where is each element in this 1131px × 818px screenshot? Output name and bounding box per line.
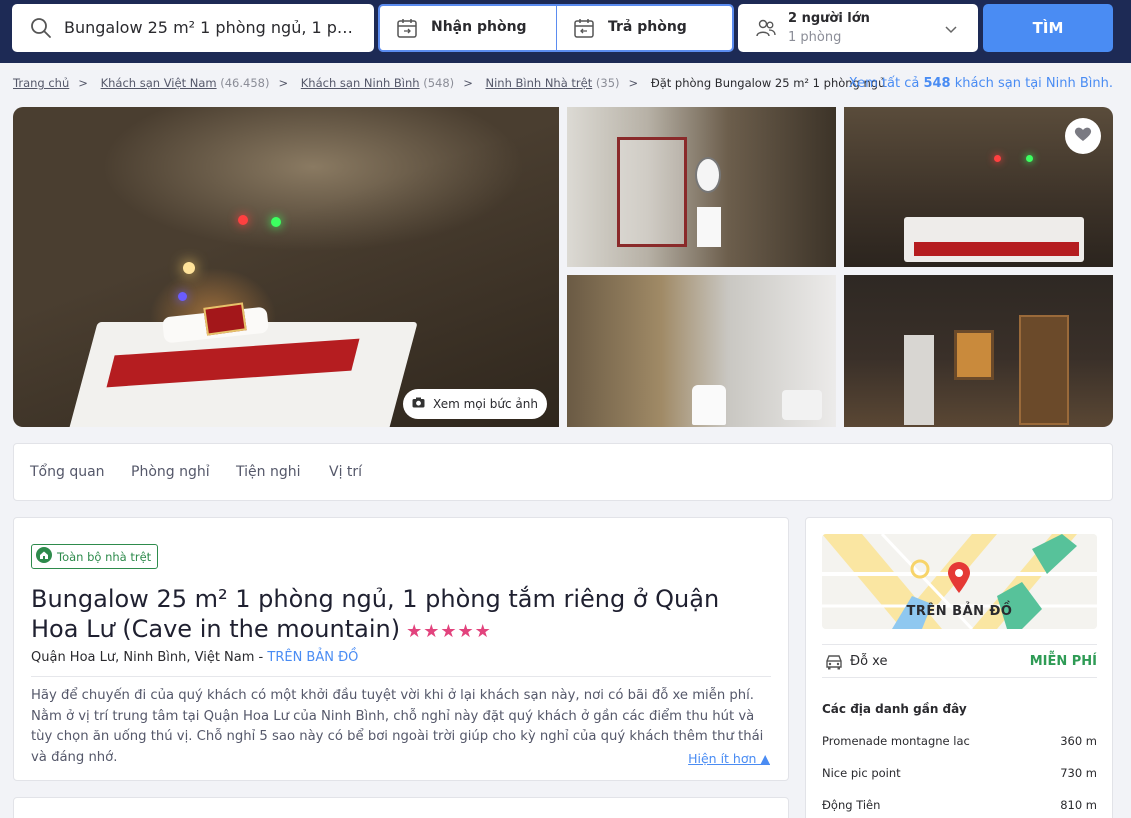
see-all-count: 548 [923,76,951,91]
photo-room-interior[interactable] [844,275,1113,427]
tab-location[interactable]: Vị trí [329,464,362,480]
photo-toilet [692,385,726,425]
breadcrumb-ninh-binh[interactable]: Khách sạn Ninh Bình [301,76,420,90]
map-label: TRÊN BẢN ĐỒ [906,604,1013,619]
divider [31,676,771,677]
home-icon [36,547,52,566]
tab-amenities[interactable]: Tiện nghi [236,464,300,480]
location-sidebar: TRÊN BẢN ĐỒ Đỗ xe MIỄN PHÍ Các địa danh … [805,517,1113,818]
photo-sink [697,207,721,247]
tab-rooms[interactable]: Phòng nghỉ [131,464,210,480]
see-all-hotels-link[interactable]: Xem tất cả 548 khách sạn tại Ninh Bình. [849,76,1113,91]
main-photo[interactable] [13,107,559,427]
chevron-down-icon [944,21,958,40]
photo-lamp [183,262,195,274]
breadcrumb-vietnam[interactable]: Khách sạn Việt Nam [101,76,217,90]
photo-window [954,330,994,380]
photo-shower-door [617,137,687,247]
breadcrumb-home[interactable]: Trang chủ [13,76,69,90]
property-type-label: Toàn bộ nhà trệt [57,549,152,564]
see-all-photos-label: Xem mọi bức ảnh [433,397,538,411]
photo-bed-runner-2 [914,242,1079,256]
show-less-link[interactable]: Hiện ít hơn ▲ [688,751,770,766]
show-on-map-link[interactable]: TRÊN BẢN ĐỒ [267,650,358,665]
rooms-count: 1 phòng [788,30,842,45]
address-text: Quận Hoa Lư, Ninh Bình, Việt Nam - [31,650,264,665]
property-address: Quận Hoa Lư, Ninh Bình, Việt Nam - TRÊN … [31,650,358,665]
camera-icon [412,397,425,411]
nearby-distance: 730 m [1060,766,1097,780]
see-all-suffix: khách sạn tại Ninh Bình. [954,76,1113,91]
search-button[interactable]: TÌM [983,4,1113,52]
photo-mirror [695,157,721,193]
property-description: Hãy để chuyến đi của quý khách có một kh… [31,688,764,765]
property-title-text: Bungalow 25 m² 1 phòng ngủ, 1 phòng tắm … [31,585,720,643]
date-picker[interactable]: Nhận phòng Trả phòng [378,4,734,52]
photo-light-red-2 [994,155,1001,162]
photo-basin [782,390,822,420]
nearby-item: Động Tiên 810 m [822,798,1097,812]
photo-light-green-2 [1026,155,1033,162]
car-icon [824,654,844,674]
breadcrumb-bungalow[interactable]: Ninh Bình Nhà trệt [485,76,592,90]
nearby-name: Động Tiên [822,798,881,812]
parking-label: Đỗ xe [850,654,888,669]
see-all-photos-button[interactable]: Xem mọi bức ảnh [403,389,547,419]
heart-icon [1074,126,1092,146]
people-icon [755,17,777,43]
photo-cushion [203,302,247,336]
star-rating: ★★★★★ [406,621,492,642]
nearby-heading: Các địa danh gần đây [822,702,967,716]
photo-wardrobe [1019,315,1069,425]
favorite-button[interactable] [1065,118,1101,154]
parking-value: MIỄN PHÍ [1029,654,1097,669]
tab-overview[interactable]: Tổng quan [30,464,105,480]
calendar-checkin-icon [396,17,418,43]
search-input[interactable]: Bungalow 25 m² 1 phòng ngủ, 1 phòn... [12,4,374,52]
date-divider [556,6,557,50]
nearby-distance: 360 m [1060,734,1097,748]
search-query: Bungalow 25 m² 1 phòng ngủ, 1 phòn... [64,18,360,37]
map-preview[interactable]: TRÊN BẢN ĐỒ [822,534,1097,629]
search-icon [30,17,52,43]
photo-bathroom-toilet[interactable] [567,275,836,427]
nearby-name: Promenade montagne lac [822,734,970,748]
property-info-card: Toàn bộ nhà trệt Bungalow 25 m² 1 phòng … [13,517,789,781]
nearby-item: Promenade montagne lac 360 m [822,734,1097,748]
nearby-name: Nice pic point [822,766,901,780]
parking-row: Đỗ xe MIỄN PHÍ [822,644,1097,678]
breadcrumb-count: (46.458) [220,76,270,90]
see-all-prefix: Xem tất cả [848,76,920,91]
property-title: Bungalow 25 m² 1 phòng ngủ, 1 phòng tắm … [31,584,751,647]
breadcrumb-count: (35) [595,76,620,90]
guests-count: 2 người lớn [788,11,870,26]
section-tabs: Tổng quan Phòng nghỉ Tiện nghi Vị trí [13,443,1113,501]
photo-light-green [271,217,281,227]
nearby-distance: 810 m [1060,798,1097,812]
nearby-item: Nice pic point 730 m [822,766,1097,780]
photo-bathroom-shower[interactable] [567,107,836,267]
breadcrumb: Trang chủ > Khách sạn Việt Nam (46.458) > … [13,76,886,90]
property-type-badge: Toàn bộ nhà trệt [31,544,159,569]
next-section-card [13,797,789,818]
checkout-label[interactable]: Trả phòng [608,19,687,35]
calendar-checkout-icon [573,17,595,43]
photo-light-blue [178,292,187,301]
photo-light-red [238,215,248,225]
breadcrumb-count: (548) [423,76,455,90]
checkin-label[interactable]: Nhận phòng [431,19,527,35]
photo-doorway [904,335,934,425]
guests-selector[interactable]: 2 người lớn 1 phòng [738,4,978,52]
map-pin-icon [947,562,971,598]
